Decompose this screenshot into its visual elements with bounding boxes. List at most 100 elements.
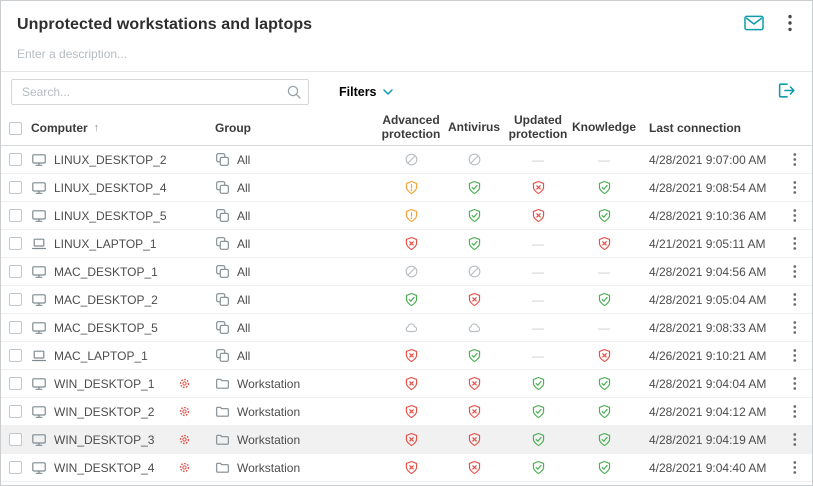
- row-menu-button[interactable]: [789, 290, 801, 309]
- no-data-dash: —: [571, 153, 637, 167]
- shield-x-icon: [443, 292, 505, 307]
- table-row[interactable]: LINUX_DESKTOP_2 All — — 4/28/2021 9:07:0…: [1, 146, 812, 174]
- table-row[interactable]: WIN_DESKTOP_4 Workstation 4/28/2021 9:04…: [1, 454, 812, 482]
- shield-x-icon: [379, 376, 443, 391]
- table-row[interactable]: MAC_DESKTOP_1 All — — 4/28/2021 9:04:56 …: [1, 258, 812, 286]
- desktop-icon: [31, 180, 47, 196]
- row-checkbox[interactable]: [9, 433, 22, 446]
- group-name: All: [237, 181, 250, 195]
- computer-name: WIN_DESKTOP_2: [54, 405, 154, 419]
- group-name: Workstation: [237, 461, 300, 475]
- table-row[interactable]: LINUX_DESKTOP_4 All 4/28/2021 9:08:54 AM: [1, 174, 812, 202]
- chevron-down-icon: [383, 89, 393, 95]
- computer-name: WIN_DESKTOP_3: [54, 433, 154, 447]
- computer-name: LINUX_LAPTOP_1: [54, 237, 157, 251]
- row-checkbox[interactable]: [9, 265, 22, 278]
- desktop-icon: [31, 404, 47, 420]
- row-checkbox[interactable]: [9, 153, 22, 166]
- table-row[interactable]: MAC_DESKTOP_5 All — — 4/28/2021 9:08:33 …: [1, 314, 812, 342]
- computer-name: MAC_DESKTOP_5: [54, 321, 158, 335]
- table-row[interactable]: MAC_DESKTOP_2 All — 4/28/2021 9:05:04 AM: [1, 286, 812, 314]
- column-header-computer[interactable]: Computer ↑: [31, 121, 199, 135]
- group-name: All: [237, 293, 250, 307]
- folder-icon: [215, 460, 230, 475]
- shield-check-icon: [505, 404, 571, 419]
- group-all-icon: [215, 320, 230, 335]
- export-icon: [777, 81, 796, 103]
- row-checkbox[interactable]: [9, 349, 22, 362]
- shield-check-icon: [443, 208, 505, 223]
- row-menu-button[interactable]: [789, 346, 801, 365]
- shield-x-icon: [443, 432, 505, 447]
- row-menu-button[interactable]: [789, 402, 801, 421]
- row-menu-button[interactable]: [789, 234, 801, 253]
- column-header-updated-protection: Updated protection: [505, 114, 571, 142]
- table-row[interactable]: LINUX_LAPTOP_1 All — 4/21/2021 9:05:11 A…: [1, 230, 812, 258]
- desktop-icon: [31, 264, 47, 280]
- shield-check-icon: [505, 460, 571, 475]
- shield-x-icon: [443, 376, 505, 391]
- table-row[interactable]: LINUX_DESKTOP_5 All 4/28/2021 9:10:36 AM: [1, 202, 812, 230]
- row-checkbox[interactable]: [9, 405, 22, 418]
- desktop-icon: [31, 152, 47, 168]
- group-name: Workstation: [237, 405, 300, 419]
- last-connection: 4/28/2021 9:04:56 AM: [637, 265, 778, 279]
- row-menu-button[interactable]: [789, 318, 801, 337]
- last-connection: 4/28/2021 9:04:12 AM: [637, 405, 778, 419]
- folder-icon: [215, 432, 230, 447]
- shield-check-icon: [505, 432, 571, 447]
- computer-name: WIN_DESKTOP_4: [54, 461, 154, 475]
- group-all-icon: [215, 264, 230, 279]
- shield-check-icon: [379, 292, 443, 307]
- computer-name: MAC_DESKTOP_2: [54, 293, 158, 307]
- shield-check-icon: [443, 180, 505, 195]
- column-header-last-connection: Last connection: [637, 121, 778, 135]
- folder-icon: [215, 404, 230, 419]
- table-row[interactable]: MAC_LAPTOP_1 All — 4/26/2021 9:10:21 AM: [1, 342, 812, 370]
- table-row[interactable]: WIN_DESKTOP_2 Workstation 4/28/2021 9:04…: [1, 398, 812, 426]
- last-connection: 4/28/2021 9:04:40 AM: [637, 461, 778, 475]
- row-menu-button[interactable]: [789, 178, 801, 197]
- table-row[interactable]: WIN_DESKTOP_1 Workstation 4/28/2021 9:04…: [1, 370, 812, 398]
- select-all-checkbox[interactable]: [9, 122, 22, 135]
- desktop-icon: [31, 460, 47, 476]
- row-checkbox[interactable]: [9, 461, 22, 474]
- last-connection: 4/28/2021 9:10:36 AM: [637, 209, 778, 223]
- shield-x-icon: [379, 432, 443, 447]
- laptop-icon: [31, 348, 47, 364]
- search-box: [11, 79, 309, 105]
- row-menu-button[interactable]: [789, 206, 801, 225]
- email-report-button[interactable]: [742, 13, 766, 36]
- page-menu-button[interactable]: [786, 12, 794, 37]
- table-row[interactable]: WIN_DESKTOP_3 Workstation 4/28/2021 9:04…: [1, 426, 812, 454]
- filters-button[interactable]: Filters: [339, 85, 393, 99]
- protection-disabled-icon: [379, 264, 443, 279]
- row-menu-button[interactable]: [789, 374, 801, 393]
- no-data-dash: —: [571, 265, 637, 279]
- group-name: All: [237, 265, 250, 279]
- row-menu-button[interactable]: [789, 262, 801, 281]
- group-name: All: [237, 349, 250, 363]
- row-checkbox[interactable]: [9, 181, 22, 194]
- row-checkbox[interactable]: [9, 237, 22, 250]
- shield-x-icon: [505, 208, 571, 223]
- row-menu-button[interactable]: [789, 150, 801, 169]
- row-checkbox[interactable]: [9, 377, 22, 390]
- no-data-dash: —: [505, 293, 571, 307]
- row-checkbox[interactable]: [9, 209, 22, 222]
- export-button[interactable]: [775, 79, 798, 105]
- row-menu-button[interactable]: [789, 458, 801, 477]
- desktop-icon: [31, 432, 47, 448]
- row-menu-button[interactable]: [789, 430, 801, 449]
- shield-x-icon: [571, 236, 637, 251]
- cloud-icon: [379, 320, 443, 336]
- row-checkbox[interactable]: [9, 321, 22, 334]
- cloud-icon: [443, 320, 505, 336]
- gear-icon: [178, 461, 191, 474]
- description-input[interactable]: [17, 47, 798, 61]
- gear-icon: [178, 405, 191, 418]
- row-checkbox[interactable]: [9, 293, 22, 306]
- search-input[interactable]: [11, 79, 309, 105]
- desktop-icon: [31, 320, 47, 336]
- gear-icon: [178, 377, 191, 390]
